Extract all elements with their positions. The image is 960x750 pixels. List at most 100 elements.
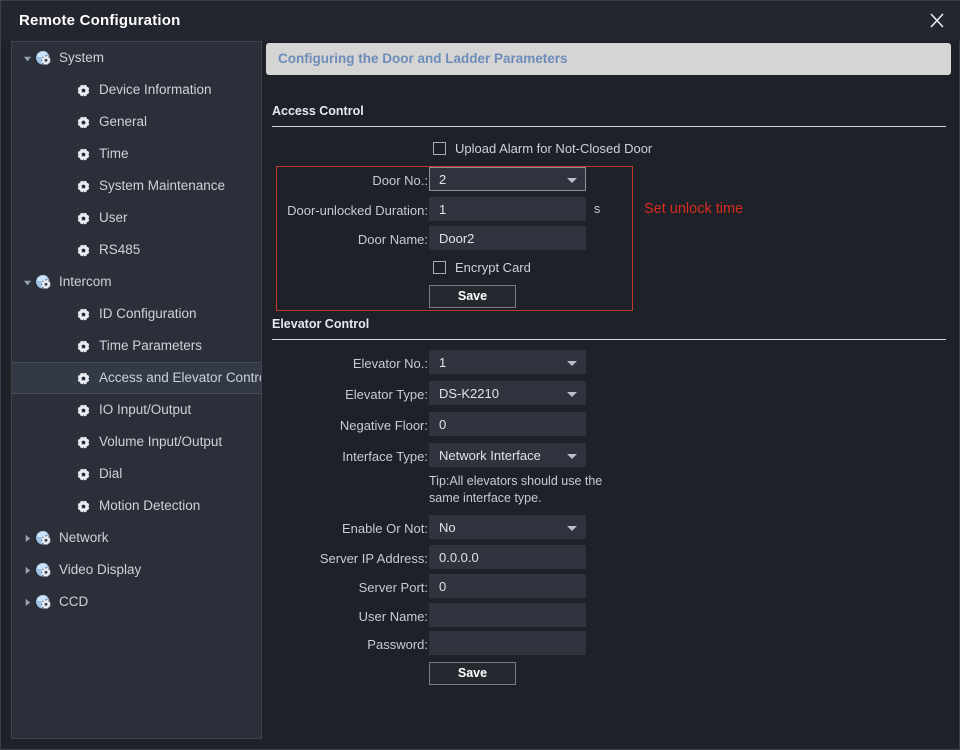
upload-alarm-checkbox-row[interactable]: Upload Alarm for Not-Closed Door	[433, 141, 652, 156]
negative-floor-input[interactable]: 0	[429, 412, 586, 436]
navigation-sidebar[interactable]: System Device Information General Time Syste…	[11, 41, 262, 739]
elevator-type-select[interactable]: DS-K2210	[429, 381, 586, 405]
sidebar-item-label: Dial	[99, 466, 123, 482]
sidebar-item-time[interactable]: Time	[12, 138, 261, 170]
sidebar-item-label: Video Display	[59, 562, 142, 578]
gear-icon	[74, 465, 92, 483]
chevron-down-icon[interactable]	[20, 42, 34, 74]
sidebar-item-motion-detection[interactable]: Motion Detection	[12, 490, 261, 522]
sidebar-item-label: CCD	[59, 594, 89, 610]
sidebar-item-time-parameters[interactable]: Time Parameters	[12, 330, 261, 362]
globe-gear-icon	[34, 273, 52, 291]
interface-type-tip: Tip:All elevators should use the same in…	[429, 474, 603, 505]
sidebar-item-general[interactable]: General	[12, 106, 261, 138]
enable-or-not-label: Enable Or Not:	[342, 521, 428, 536]
sidebar-item-system-maintenance[interactable]: System Maintenance	[12, 170, 261, 202]
door-no-value: 2	[439, 172, 447, 187]
encrypt-card-checkbox-row[interactable]: Encrypt Card	[433, 260, 531, 275]
server-ip-input[interactable]: 0.0.0.0	[429, 545, 586, 569]
door-unlocked-duration-value: 1	[439, 202, 447, 217]
page-banner: Configuring the Door and Ladder Paramete…	[266, 43, 951, 75]
interface-type-value: Network Interface	[439, 448, 541, 463]
password-input[interactable]	[429, 631, 586, 655]
interface-type-select[interactable]: Network Interface	[429, 443, 586, 467]
sidebar-item-device-information[interactable]: Device Information	[12, 74, 261, 106]
gear-icon	[74, 113, 92, 131]
elevator-control-divider	[272, 339, 946, 340]
chevron-down-icon	[567, 526, 577, 531]
access-control-divider	[272, 126, 946, 127]
gear-icon	[74, 433, 92, 451]
sidebar-item-label: Time Parameters	[99, 338, 203, 354]
elevator-no-label: Elevator No.:	[352, 356, 428, 371]
sidebar-item-user[interactable]: User	[12, 202, 261, 234]
chevron-down-icon[interactable]	[20, 266, 34, 298]
window-title: Remote Configuration	[19, 12, 181, 29]
sidebar-item-intercom[interactable]: Intercom	[12, 266, 261, 298]
gear-icon	[74, 145, 92, 163]
user-name-label: User Name:	[358, 609, 428, 624]
sidebar-item-network[interactable]: Network	[12, 522, 261, 554]
door-name-input[interactable]: Door2	[429, 226, 586, 250]
close-icon[interactable]	[923, 8, 951, 34]
duration-unit-label: s	[594, 202, 601, 216]
remote-configuration-window: Remote Configuration System Device Inform…	[0, 0, 960, 750]
sidebar-item-label: General	[99, 114, 148, 130]
sidebar-item-label: Device Information	[99, 82, 212, 98]
sidebar-item-volume-input-output[interactable]: Volume Input/Output	[12, 426, 261, 458]
negative-floor-label: Negative Floor:	[339, 418, 428, 433]
password-label: Password:	[367, 637, 428, 652]
elevator-no-select[interactable]: 1	[429, 350, 586, 374]
sidebar-item-video-display[interactable]: Video Display	[12, 554, 261, 586]
gear-icon	[74, 369, 92, 387]
sidebar-item-id-configuration[interactable]: ID Configuration	[12, 298, 261, 330]
server-port-input[interactable]: 0	[429, 574, 586, 598]
chevron-right-icon[interactable]	[20, 554, 34, 586]
sidebar-item-ccd[interactable]: CCD	[12, 586, 261, 618]
sidebar-item-dial[interactable]: Dial	[12, 458, 261, 490]
gear-icon	[74, 177, 92, 195]
sidebar-item-access-and-elevator-control[interactable]: Access and Elevator Control	[12, 362, 261, 394]
access-control-save-button[interactable]: Save	[429, 285, 516, 308]
user-name-input[interactable]	[429, 603, 586, 627]
gear-icon	[74, 497, 92, 515]
sidebar-item-label: System Maintenance	[99, 178, 226, 194]
chevron-right-icon[interactable]	[20, 522, 34, 554]
chevron-down-icon	[567, 392, 577, 397]
interface-type-label: Interface Type:	[342, 449, 428, 464]
sidebar-item-label: RS485	[99, 242, 141, 258]
sidebar-item-label: User	[99, 210, 128, 226]
server-port-value: 0	[439, 579, 447, 594]
chevron-down-icon	[567, 178, 577, 183]
banner-title: Configuring the Door and Ladder Paramete…	[278, 51, 568, 66]
encrypt-card-checkbox[interactable]	[433, 261, 446, 274]
door-no-select[interactable]: 2	[429, 167, 586, 191]
sidebar-item-rs485[interactable]: RS485	[12, 234, 261, 266]
sidebar-item-io-input-output[interactable]: IO Input/Output	[12, 394, 261, 426]
elevator-no-value: 1	[439, 355, 447, 370]
globe-gear-icon	[34, 529, 52, 547]
sidebar-item-label: Motion Detection	[99, 498, 201, 514]
sidebar-item-system[interactable]: System	[12, 42, 261, 74]
sidebar-item-label: ID Configuration	[99, 306, 197, 322]
upload-alarm-checkbox[interactable]	[433, 142, 446, 155]
elevator-control-section-title: Elevator Control	[272, 317, 370, 331]
door-unlocked-duration-input[interactable]: 1	[429, 197, 586, 221]
chevron-right-icon[interactable]	[20, 586, 34, 618]
globe-gear-icon	[34, 593, 52, 611]
elevator-control-save-button[interactable]: Save	[429, 662, 516, 685]
gear-icon	[74, 401, 92, 419]
enable-or-not-select[interactable]: No	[429, 515, 586, 539]
upload-alarm-label: Upload Alarm for Not-Closed Door	[455, 141, 653, 156]
door-unlocked-duration-label: Door-unlocked Duration:	[287, 203, 428, 218]
sidebar-item-label: System	[59, 50, 105, 66]
gear-icon	[74, 209, 92, 227]
